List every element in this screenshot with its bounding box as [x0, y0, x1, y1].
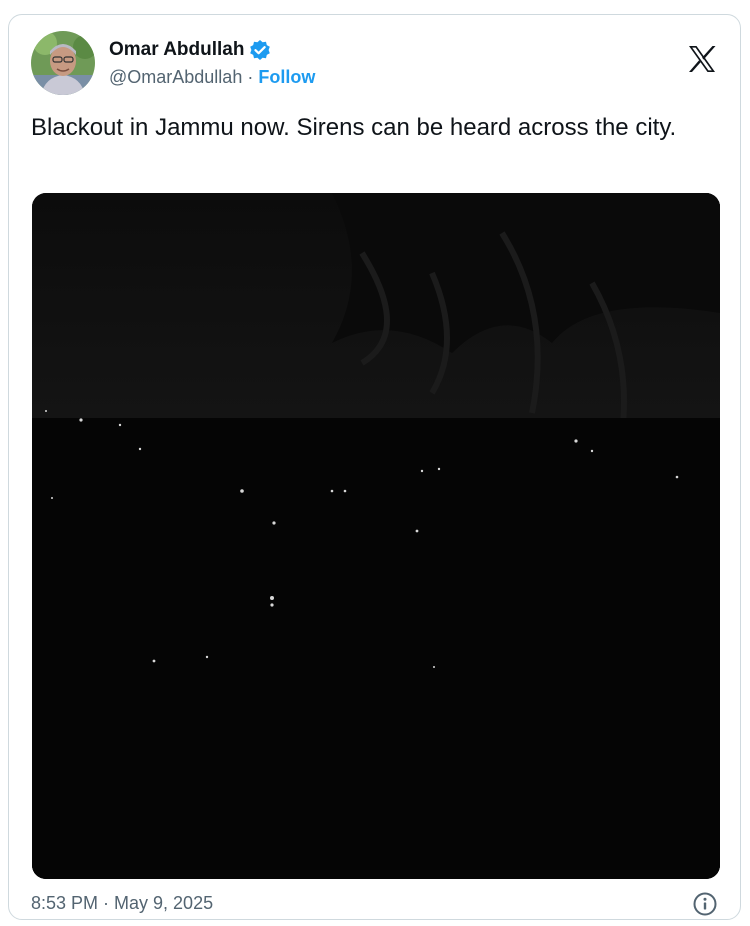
separator-dot: · — [247, 67, 254, 87]
follow-button[interactable]: Follow — [258, 67, 315, 88]
tweet-footer: 8:53 PM · May 9, 2025 — [31, 891, 718, 917]
tweet-header: Omar Abdullah @OmarAbdullah · Follow — [31, 31, 722, 95]
night-city-photo — [32, 193, 720, 879]
author-info: Omar Abdullah @OmarAbdullah · Follow — [109, 37, 315, 88]
handle-row: @OmarAbdullah · Follow — [109, 67, 315, 88]
x-logo-icon[interactable] — [686, 43, 718, 75]
name-row: Omar Abdullah — [109, 37, 315, 63]
tweet-photo[interactable] — [32, 193, 720, 879]
tweet-card: Omar Abdullah @OmarAbdullah · Follow Bla… — [8, 14, 741, 920]
author-handle[interactable]: @OmarAbdullah — [109, 67, 242, 88]
tweet-timestamp[interactable]: 8:53 PM · May 9, 2025 — [31, 893, 213, 913]
info-icon[interactable] — [692, 891, 718, 917]
avatar[interactable] — [31, 31, 95, 95]
verified-badge-icon — [249, 39, 271, 61]
tweet-text: Blackout in Jammu now. Sirens can be hea… — [31, 114, 677, 141]
author-display-name[interactable]: Omar Abdullah — [109, 39, 244, 61]
